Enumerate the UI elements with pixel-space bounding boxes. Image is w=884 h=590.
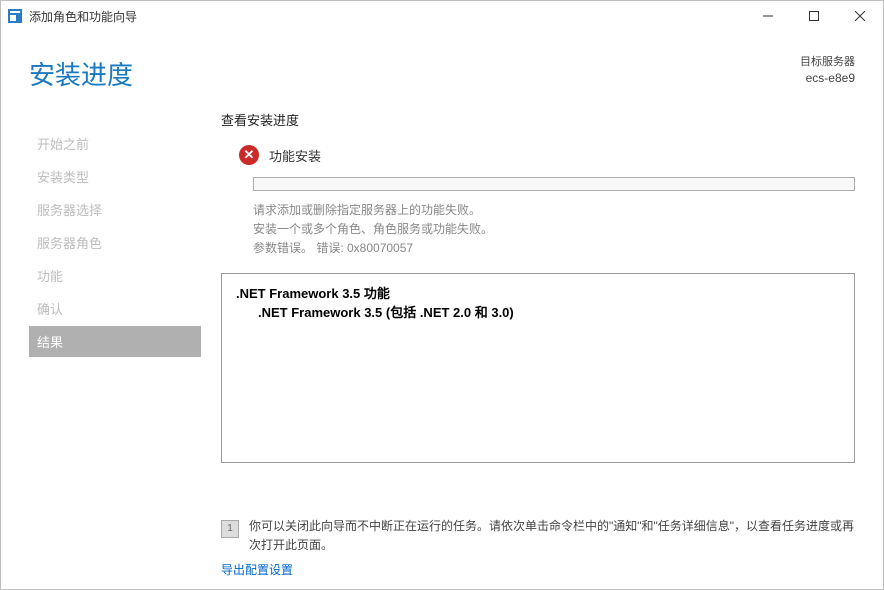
- page-title: 安装进度: [29, 55, 133, 92]
- export-config-link[interactable]: 导出配置设置: [221, 563, 293, 577]
- status-label: 功能安装: [269, 146, 321, 165]
- error-icon: ✕: [239, 145, 259, 165]
- step-server-select: 服务器选择: [29, 194, 201, 225]
- error-line-1: 请求添加或删除指定服务器上的功能失败。: [253, 201, 855, 220]
- step-results: 结果: [29, 326, 201, 357]
- target-server-label: 目标服务器: [800, 55, 855, 70]
- view-progress-heading: 查看安装进度: [221, 110, 855, 129]
- step-install-type: 安装类型: [29, 161, 201, 192]
- maximize-button[interactable]: [791, 1, 837, 31]
- error-message: 请求添加或删除指定服务器上的功能失败。 安装一个或多个角色、角色服务或功能失败。…: [253, 201, 855, 259]
- installation-results-box[interactable]: .NET Framework 3.5 功能 .NET Framework 3.5…: [221, 273, 855, 463]
- titlebar: 添加角色和功能向导: [1, 1, 883, 31]
- error-line-3: 参数错误。 错误: 0x80070057: [253, 239, 855, 258]
- minimize-button[interactable]: [745, 1, 791, 31]
- result-feature-child: .NET Framework 3.5 (包括 .NET 2.0 和 3.0): [236, 303, 840, 323]
- background-task-note: 你可以关闭此向导而不中断正在运行的任务。请依次单击命令栏中的"通知"和"任务详细…: [249, 517, 855, 555]
- install-progressbar: [253, 177, 855, 191]
- step-before-begin: 开始之前: [29, 128, 201, 159]
- step-server-roles: 服务器角色: [29, 227, 201, 258]
- wizard-steps-sidebar: 开始之前 安装类型 服务器选择 服务器角色 功能 确认 结果: [1, 110, 201, 505]
- target-server-name: ecs-e8e9: [800, 70, 855, 87]
- error-line-2: 安装一个或多个角色、角色服务或功能失败。: [253, 220, 855, 239]
- target-server-info: 目标服务器 ecs-e8e9: [800, 55, 855, 87]
- flag-notification-icon: 1: [221, 520, 239, 538]
- result-feature-parent: .NET Framework 3.5 功能: [236, 284, 840, 304]
- step-features: 功能: [29, 260, 201, 291]
- window-title: 添加角色和功能向导: [29, 8, 137, 25]
- step-confirm: 确认: [29, 293, 201, 324]
- app-icon: [7, 8, 23, 24]
- close-button[interactable]: [837, 1, 883, 31]
